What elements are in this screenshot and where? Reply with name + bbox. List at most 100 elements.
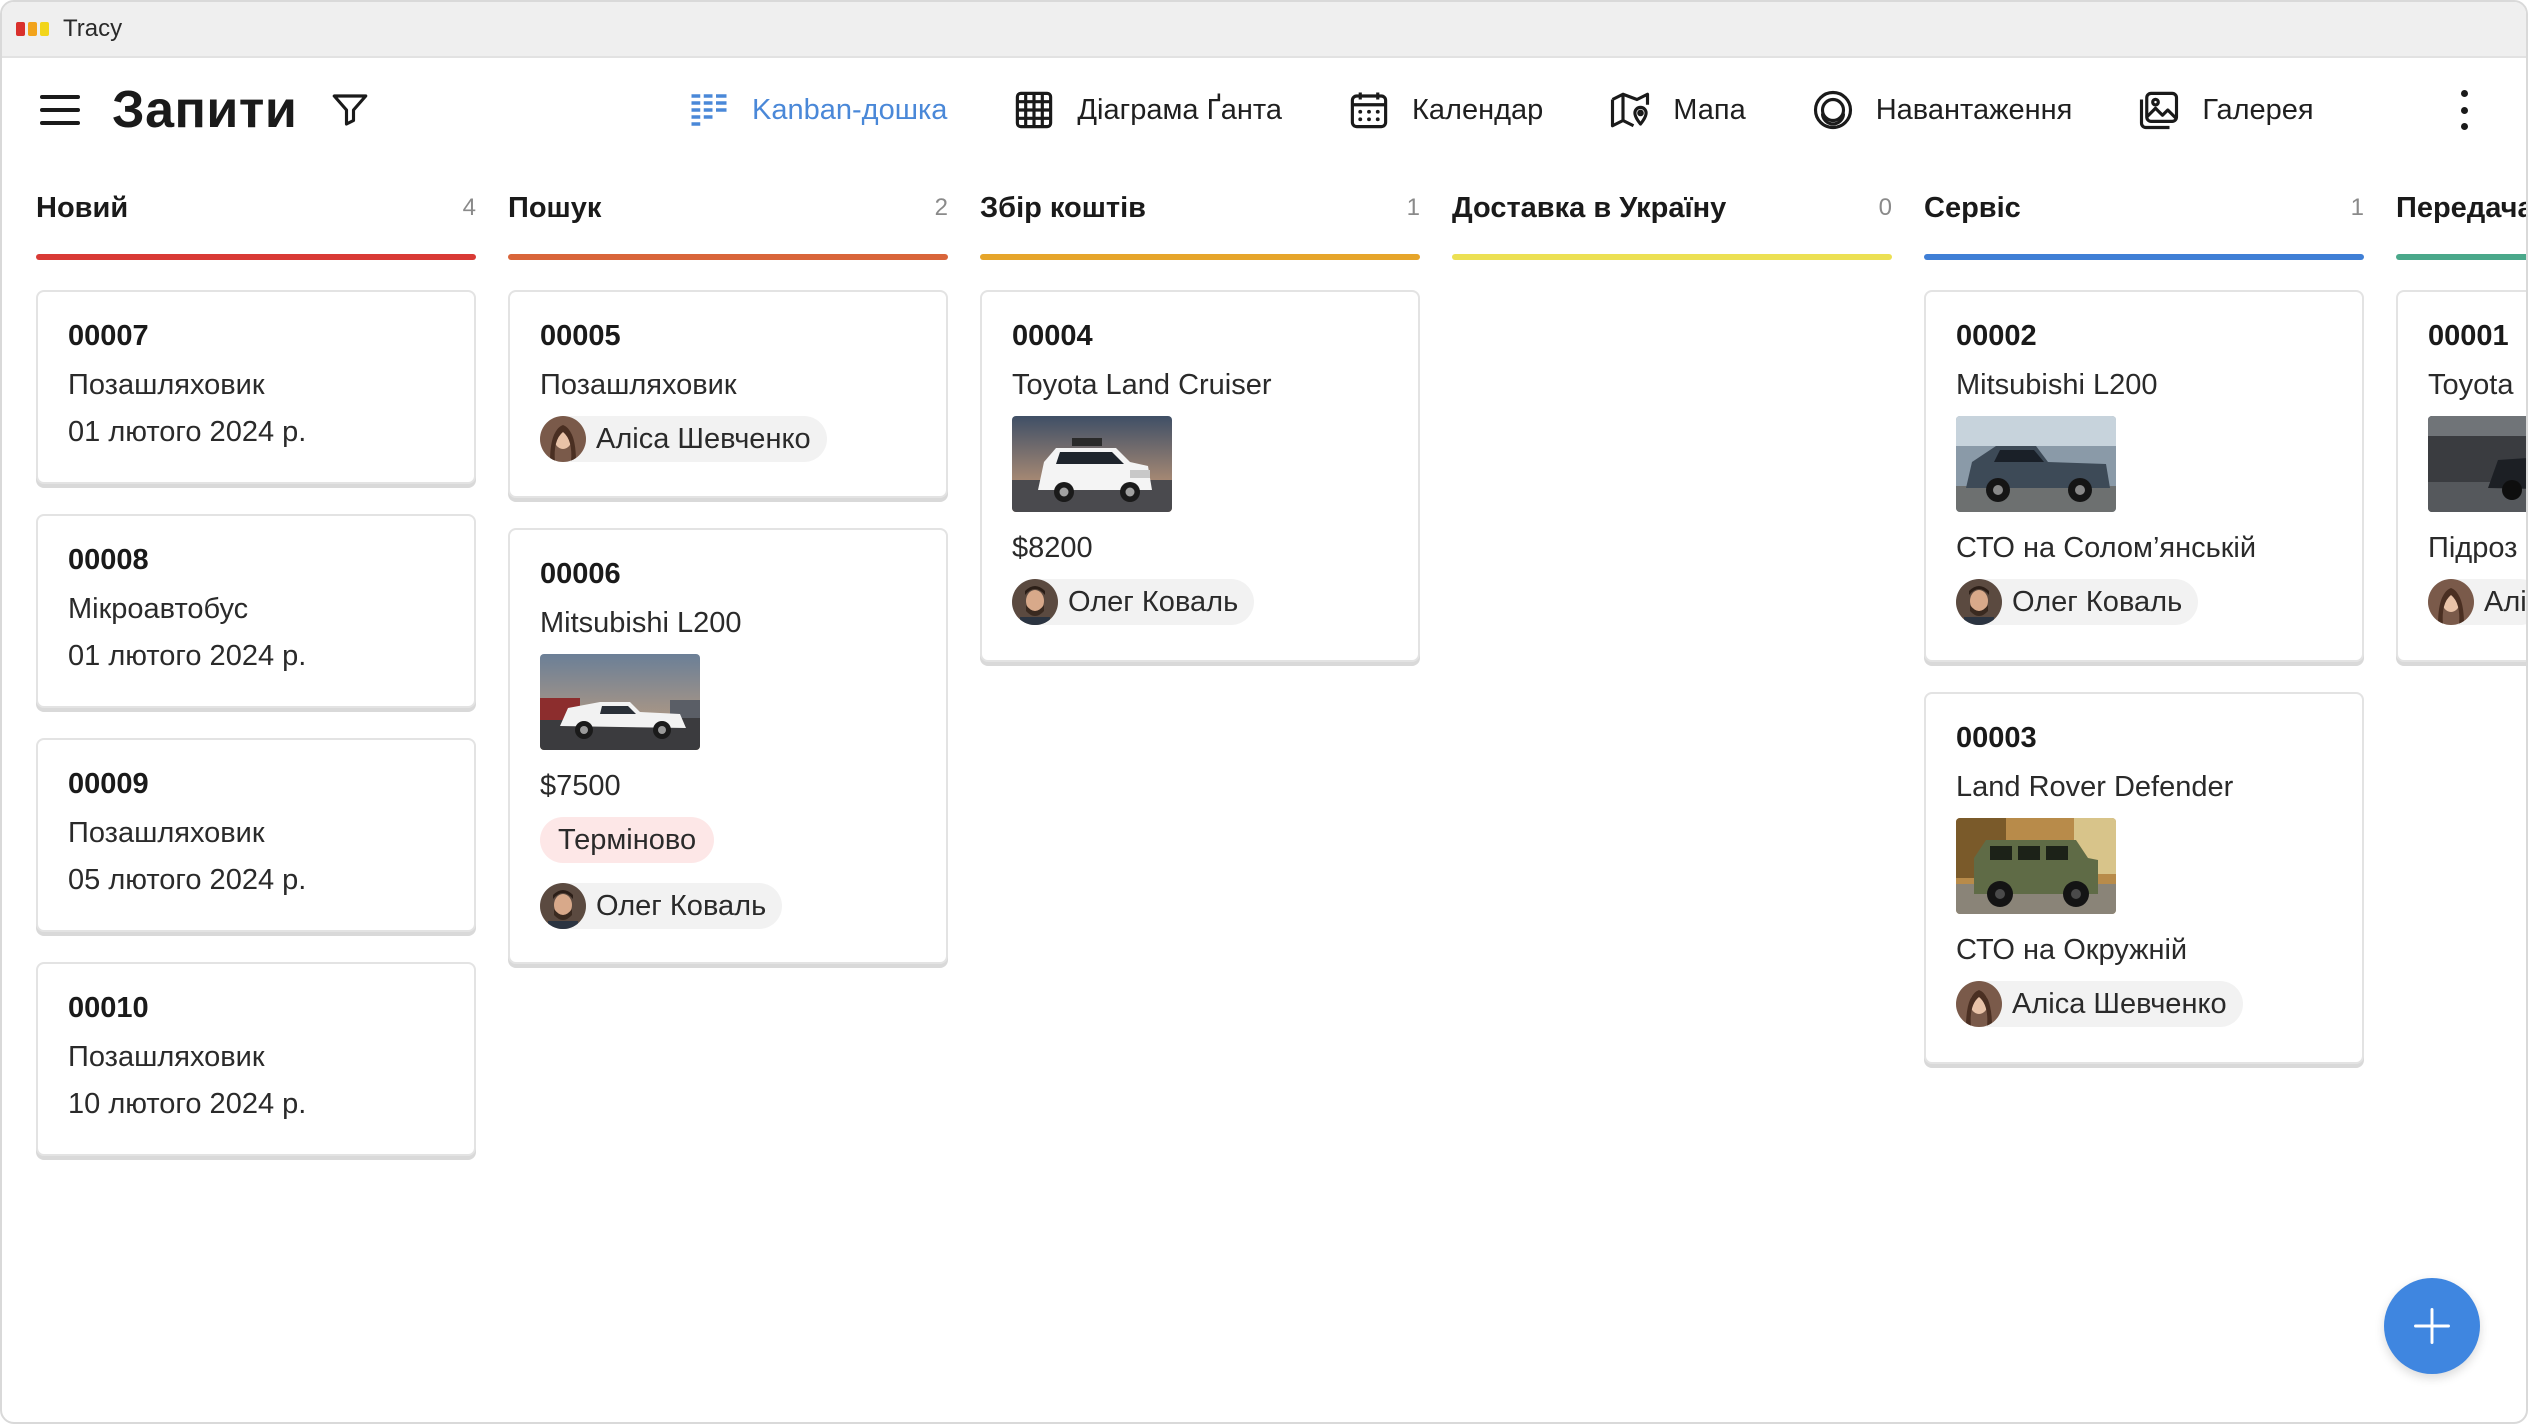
column-title: Новий	[36, 191, 129, 224]
filter-icon[interactable]	[329, 89, 371, 131]
column-header[interactable]: Передача	[2396, 162, 2528, 254]
request-card[interactable]: 00010 Позашляховик 10 лютого 2024 р.	[36, 962, 476, 1156]
more-options-icon[interactable]	[2454, 90, 2474, 130]
avatar-female	[2428, 579, 2474, 625]
request-card[interactable]: 00009 Позашляховик 05 лютого 2024 р.	[36, 738, 476, 932]
white-pickup-photo	[540, 654, 700, 750]
card-number: 00008	[68, 544, 149, 576]
card-location: СТО на Окружній	[1956, 934, 2188, 966]
card-vehicle-type: Мікроавтобус	[68, 593, 249, 625]
avatar-female	[1956, 981, 2002, 1027]
tab-calendar-label: Календар	[1412, 93, 1544, 126]
avatar-male	[1012, 579, 1058, 625]
request-card[interactable]: 00005 Позашляховик Аліса Шевченко	[508, 290, 948, 498]
gallery-icon	[2140, 91, 2179, 130]
card-location: Підроз	[2428, 532, 2518, 564]
column-color-bar	[508, 254, 948, 260]
card-vehicle-model: Mitsubishi L200	[1956, 369, 2158, 401]
page-title: Запити	[112, 81, 298, 139]
column-header[interactable]: Пошук 2	[508, 162, 948, 254]
request-card[interactable]: 00001 Toyota Підроз Алі	[2396, 290, 2526, 662]
assignee-name: Аліса Шевченко	[596, 422, 811, 455]
avatar-female	[540, 416, 586, 462]
tab-workload[interactable]: Навантаження	[1812, 89, 2072, 131]
assignee-chip[interactable]: Аліса Шевченко	[1956, 981, 2243, 1027]
column-header[interactable]: Доставка в Україну 0	[1452, 162, 1892, 254]
tab-gantt-label: Діаграма Ґанта	[1077, 93, 1282, 126]
column-count: 0	[1878, 194, 1892, 221]
column-fundraising: Збір коштів 1 00004 Toyota Land Cruiser	[980, 162, 1420, 662]
column-delivery: Доставка в Україну 0	[1452, 162, 1892, 260]
tab-kanban[interactable]: Kanban-дошка	[688, 89, 947, 131]
view-switcher: Kanban-дошка Діаграма Ґанта Календар Мап…	[688, 58, 2380, 162]
urgent-tag: Терміново	[540, 817, 715, 863]
card-vehicle-model: Toyota Land Cruiser	[1012, 369, 1272, 401]
card-price: $7500	[540, 770, 621, 802]
column-title: Передача	[2396, 191, 2528, 224]
column-title: Доставка в Україну	[1452, 191, 1727, 224]
card-number: 00005	[540, 320, 621, 352]
column-service: Сервіс 1 00002 Mitsubishi L200 СТО на Со…	[1924, 162, 2364, 1064]
column-search: Пошук 2 00005 Позашляховик Аліса Шевченк…	[508, 162, 948, 964]
column-count: 1	[1406, 194, 1420, 221]
assignee-chip[interactable]: Олег Коваль	[1956, 579, 2199, 625]
card-vehicle-model: Toyota	[2428, 369, 2514, 401]
card-vehicle-type: Позашляховик	[540, 369, 737, 401]
card-date: 01 лютого 2024 р.	[68, 416, 307, 448]
tab-gallery-label: Галерея	[2202, 93, 2314, 126]
workload-icon	[1813, 90, 1852, 130]
request-card[interactable]: 00007 Позашляховик 01 лютого 2024 р.	[36, 290, 476, 484]
column-count: 2	[934, 194, 948, 221]
column-color-bar	[1924, 254, 2364, 260]
column-count: 1	[2350, 194, 2364, 221]
request-card[interactable]: 00004 Toyota Land Cruiser $8200 Олег Ков…	[980, 290, 1420, 662]
card-vehicle-type: Позашляховик	[68, 369, 265, 401]
column-title: Сервіс	[1924, 191, 2021, 224]
assignee-chip[interactable]: Олег Коваль	[540, 883, 783, 929]
gray-pickup-photo	[1956, 416, 2116, 512]
request-card[interactable]: 00002 Mitsubishi L200 СТО на Солом’янськ…	[1924, 290, 2364, 662]
add-request-button[interactable]	[2384, 1278, 2480, 1374]
column-color-bar	[980, 254, 1420, 260]
column-new: Новий 4 00007 Позашляховик 01 лютого 202…	[36, 162, 476, 1156]
tab-map-label: Мапа	[1673, 93, 1746, 126]
app-logo	[16, 22, 49, 36]
avatar-male	[540, 883, 586, 929]
calendar-icon	[1350, 92, 1388, 129]
column-header[interactable]: Новий 4	[36, 162, 476, 254]
green-defender-photo	[1956, 818, 2116, 914]
avatar-male	[1956, 579, 2002, 625]
tab-calendar[interactable]: Календар	[1348, 89, 1543, 131]
plus-icon	[2414, 1308, 2450, 1344]
column-color-bar	[2396, 254, 2526, 260]
column-header[interactable]: Сервіс 1	[1924, 162, 2364, 254]
assignee-chip[interactable]: Аліса Шевченко	[540, 416, 827, 462]
title-bar: Tracy	[2, 2, 2526, 58]
column-title: Збір коштів	[980, 191, 1147, 224]
gantt-grid-icon	[1016, 91, 1053, 129]
tab-map[interactable]: Мапа	[1609, 89, 1746, 131]
card-vehicle-type: Позашляховик	[68, 817, 265, 849]
column-color-bar	[1452, 254, 1892, 260]
column-header[interactable]: Збір коштів 1	[980, 162, 1420, 254]
kanban-icon	[691, 94, 727, 126]
card-location: СТО на Солом’янській	[1956, 532, 2257, 564]
card-vehicle-model: Land Rover Defender	[1956, 771, 2234, 803]
card-number: 00009	[68, 768, 149, 800]
request-card[interactable]: 00003 Land Rover Defender СТО на Окружні	[1924, 692, 2364, 1064]
assignee-chip[interactable]: Алі	[2428, 579, 2526, 625]
tab-gantt[interactable]: Діаграма Ґанта	[1013, 89, 1282, 131]
assignee-chip[interactable]: Олег Коваль	[1012, 579, 1255, 625]
hamburger-menu-icon[interactable]	[38, 92, 82, 128]
column-count: 4	[462, 194, 476, 221]
assignee-name: Олег Коваль	[2012, 585, 2183, 618]
request-card[interactable]: 00008 Мікроавтобус 01 лютого 2024 р.	[36, 514, 476, 708]
card-number: 00004	[1012, 320, 1093, 352]
card-vehicle-type: Позашляховик	[68, 1041, 265, 1073]
card-number: 00003	[1956, 722, 2037, 754]
tab-gallery[interactable]: Галерея	[2138, 89, 2314, 131]
tab-kanban-label: Kanban-дошка	[752, 93, 948, 126]
page-header: Запити Kanban-дошка Діаграма Ґанта Кален…	[2, 58, 2526, 162]
request-card[interactable]: 00006 Mitsubishi L200 $7500 Терміново Ол…	[508, 528, 948, 964]
card-number: 00002	[1956, 320, 2037, 352]
